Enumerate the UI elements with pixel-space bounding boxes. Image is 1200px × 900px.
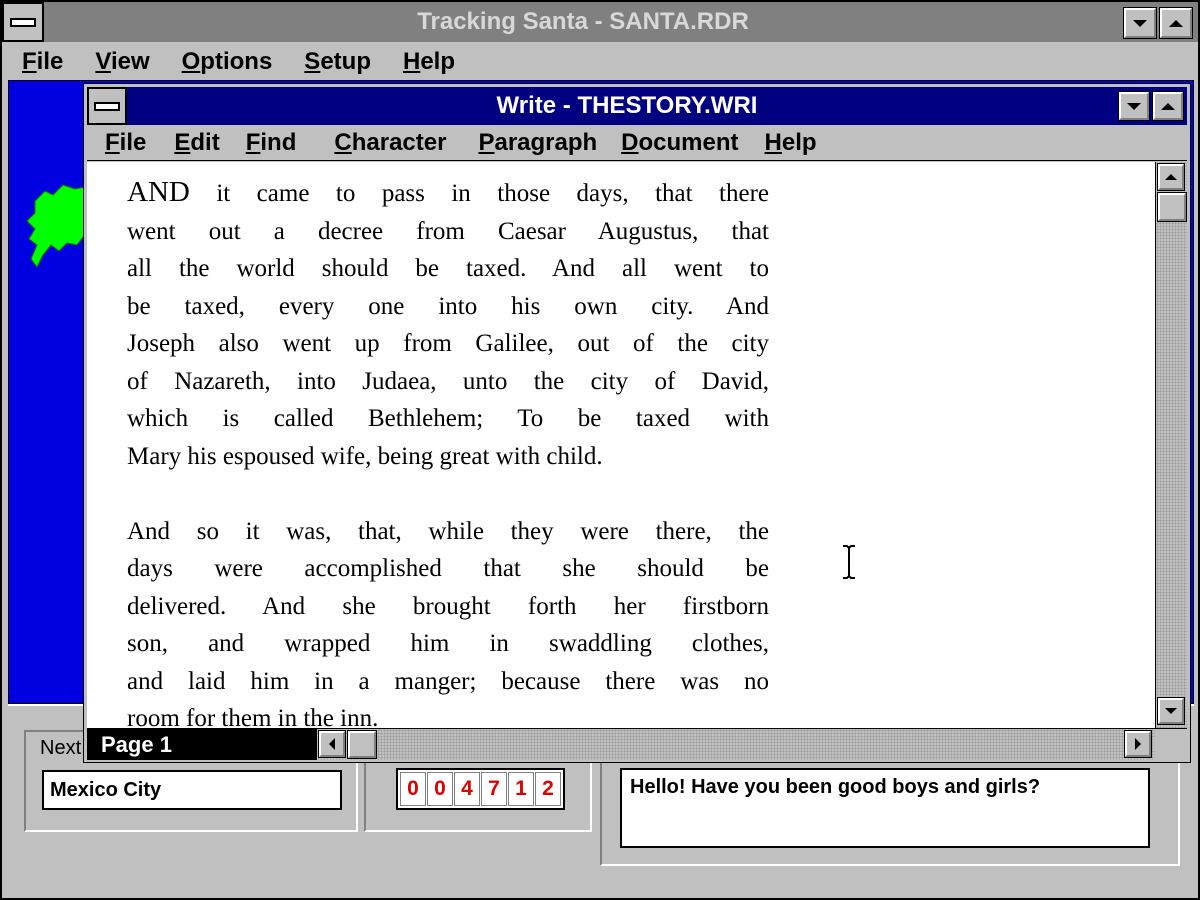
text-line: Mary his espoused wife, being great with… (127, 442, 603, 470)
outer-window-title: Tracking Santa - SANTA.RDR (417, 8, 749, 35)
text-line-segment: it came to pass in those days, that ther… (189, 180, 769, 207)
maximize-arrow-icon (1169, 19, 1183, 27)
text-line: and laid him in a manger; because there … (127, 667, 769, 695)
write-system-menu-button[interactable] (87, 87, 127, 125)
write-window: Write - THESTORY.WRI File Edit Find Char… (83, 83, 1191, 763)
outer-minimize-button[interactable] (1123, 7, 1157, 39)
outer-title-bar[interactable]: Tracking Santa - SANTA.RDR (2, 2, 1198, 42)
text-line: delivered. And she brought forth her fir… (127, 592, 769, 620)
counter-digit: 2 (535, 772, 561, 806)
text-line: all the world should be taxed. And all w… (127, 255, 769, 282)
scroll-right-arrow-icon (1135, 738, 1141, 750)
minimize-arrow-icon (1127, 102, 1141, 110)
distance-counter: 0 0 4 7 1 2 (396, 768, 565, 810)
outer-menu-bar: File View Options Setup Help (22, 46, 455, 78)
write-menu-find[interactable]: Find (246, 125, 297, 160)
write-menu-help[interactable]: Help (765, 125, 817, 160)
write-title-bar[interactable]: Write - THESTORY.WRI (87, 87, 1187, 125)
lead-word: AND (127, 176, 190, 208)
text-line: went out a decree from Caesar Augustus, … (127, 217, 769, 245)
text-line: be taxed, every one into his own city. A… (127, 292, 769, 320)
maximize-arrow-icon (1161, 102, 1175, 110)
counter-digit: 4 (454, 772, 480, 806)
scroll-right-button[interactable] (1124, 730, 1152, 758)
write-menu-edit[interactable]: Edit (174, 125, 219, 160)
text-line: AND it came to pass in those days, that … (127, 174, 769, 213)
page-indicator: Page 1 (87, 729, 317, 760)
size-box (1155, 729, 1187, 760)
text-line: And so it was, that, while they were the… (127, 517, 769, 545)
scroll-up-arrow-icon (1165, 174, 1177, 180)
outer-menu-setup[interactable]: Setup (304, 46, 371, 78)
document-area[interactable]: AND it came to pass in those days, that … (87, 162, 1155, 728)
text-line: which is called Bethlehem; To be taxed w… (127, 405, 769, 432)
horizontal-scroll-thumb[interactable] (347, 730, 377, 759)
counter-digit: 0 (400, 772, 426, 806)
text-line: days were accomplished that she should b… (127, 555, 769, 582)
status-row: Page 1 (87, 728, 1187, 760)
outer-maximize-button[interactable] (1159, 7, 1193, 39)
scroll-left-arrow-icon (329, 738, 335, 750)
write-menu-file[interactable]: File (105, 125, 146, 160)
write-menu-bar: File Edit Find Character Paragraph Docum… (87, 125, 1187, 161)
counter-digit: 1 (508, 772, 534, 806)
write-window-title: Write - THESTORY.WRI (496, 92, 758, 119)
text-line: of Nazareth, into Judaea, unto the city … (127, 367, 769, 395)
outer-menu-help[interactable]: Help (403, 46, 455, 78)
outer-menu-options[interactable]: Options (182, 46, 273, 78)
write-menu-document[interactable]: Document (621, 125, 738, 160)
outer-system-menu-button[interactable] (2, 2, 44, 42)
outer-menu-file[interactable]: File (22, 46, 63, 78)
minimize-arrow-icon (1133, 19, 1147, 27)
next-city-field: Mexico City (42, 770, 342, 810)
horizontal-scrollbar[interactable] (317, 729, 1155, 760)
text-line: room for them in the inn. (127, 705, 379, 728)
scroll-down-button[interactable] (1157, 697, 1185, 725)
document-text: AND it came to pass in those days, that … (127, 174, 769, 728)
counter-digit: 7 (481, 772, 507, 806)
scroll-up-button[interactable] (1157, 163, 1185, 191)
vertical-scroll-thumb[interactable] (1157, 192, 1187, 222)
scroll-down-arrow-icon (1165, 708, 1177, 714)
vertical-scrollbar[interactable] (1155, 162, 1187, 728)
text-line: Joseph also went up from Galilee, out of… (127, 330, 769, 357)
write-menu-character[interactable]: Character (334, 125, 446, 160)
write-menu-paragraph[interactable]: Paragraph (478, 125, 597, 160)
next-label: Next (38, 734, 84, 762)
write-minimize-button[interactable] (1118, 91, 1150, 121)
system-menu-icon (10, 17, 36, 27)
santa-message-box: Hello! Have you been good boys and girls… (620, 768, 1150, 848)
outer-menu-view[interactable]: View (95, 46, 149, 78)
system-menu-icon (94, 101, 120, 111)
counter-digit: 0 (427, 772, 453, 806)
write-maximize-button[interactable] (1152, 91, 1184, 121)
text-line: son, and wrapped him in swaddling clothe… (127, 630, 769, 657)
scroll-left-button[interactable] (318, 730, 346, 758)
ibeam-cursor-icon (843, 545, 855, 579)
